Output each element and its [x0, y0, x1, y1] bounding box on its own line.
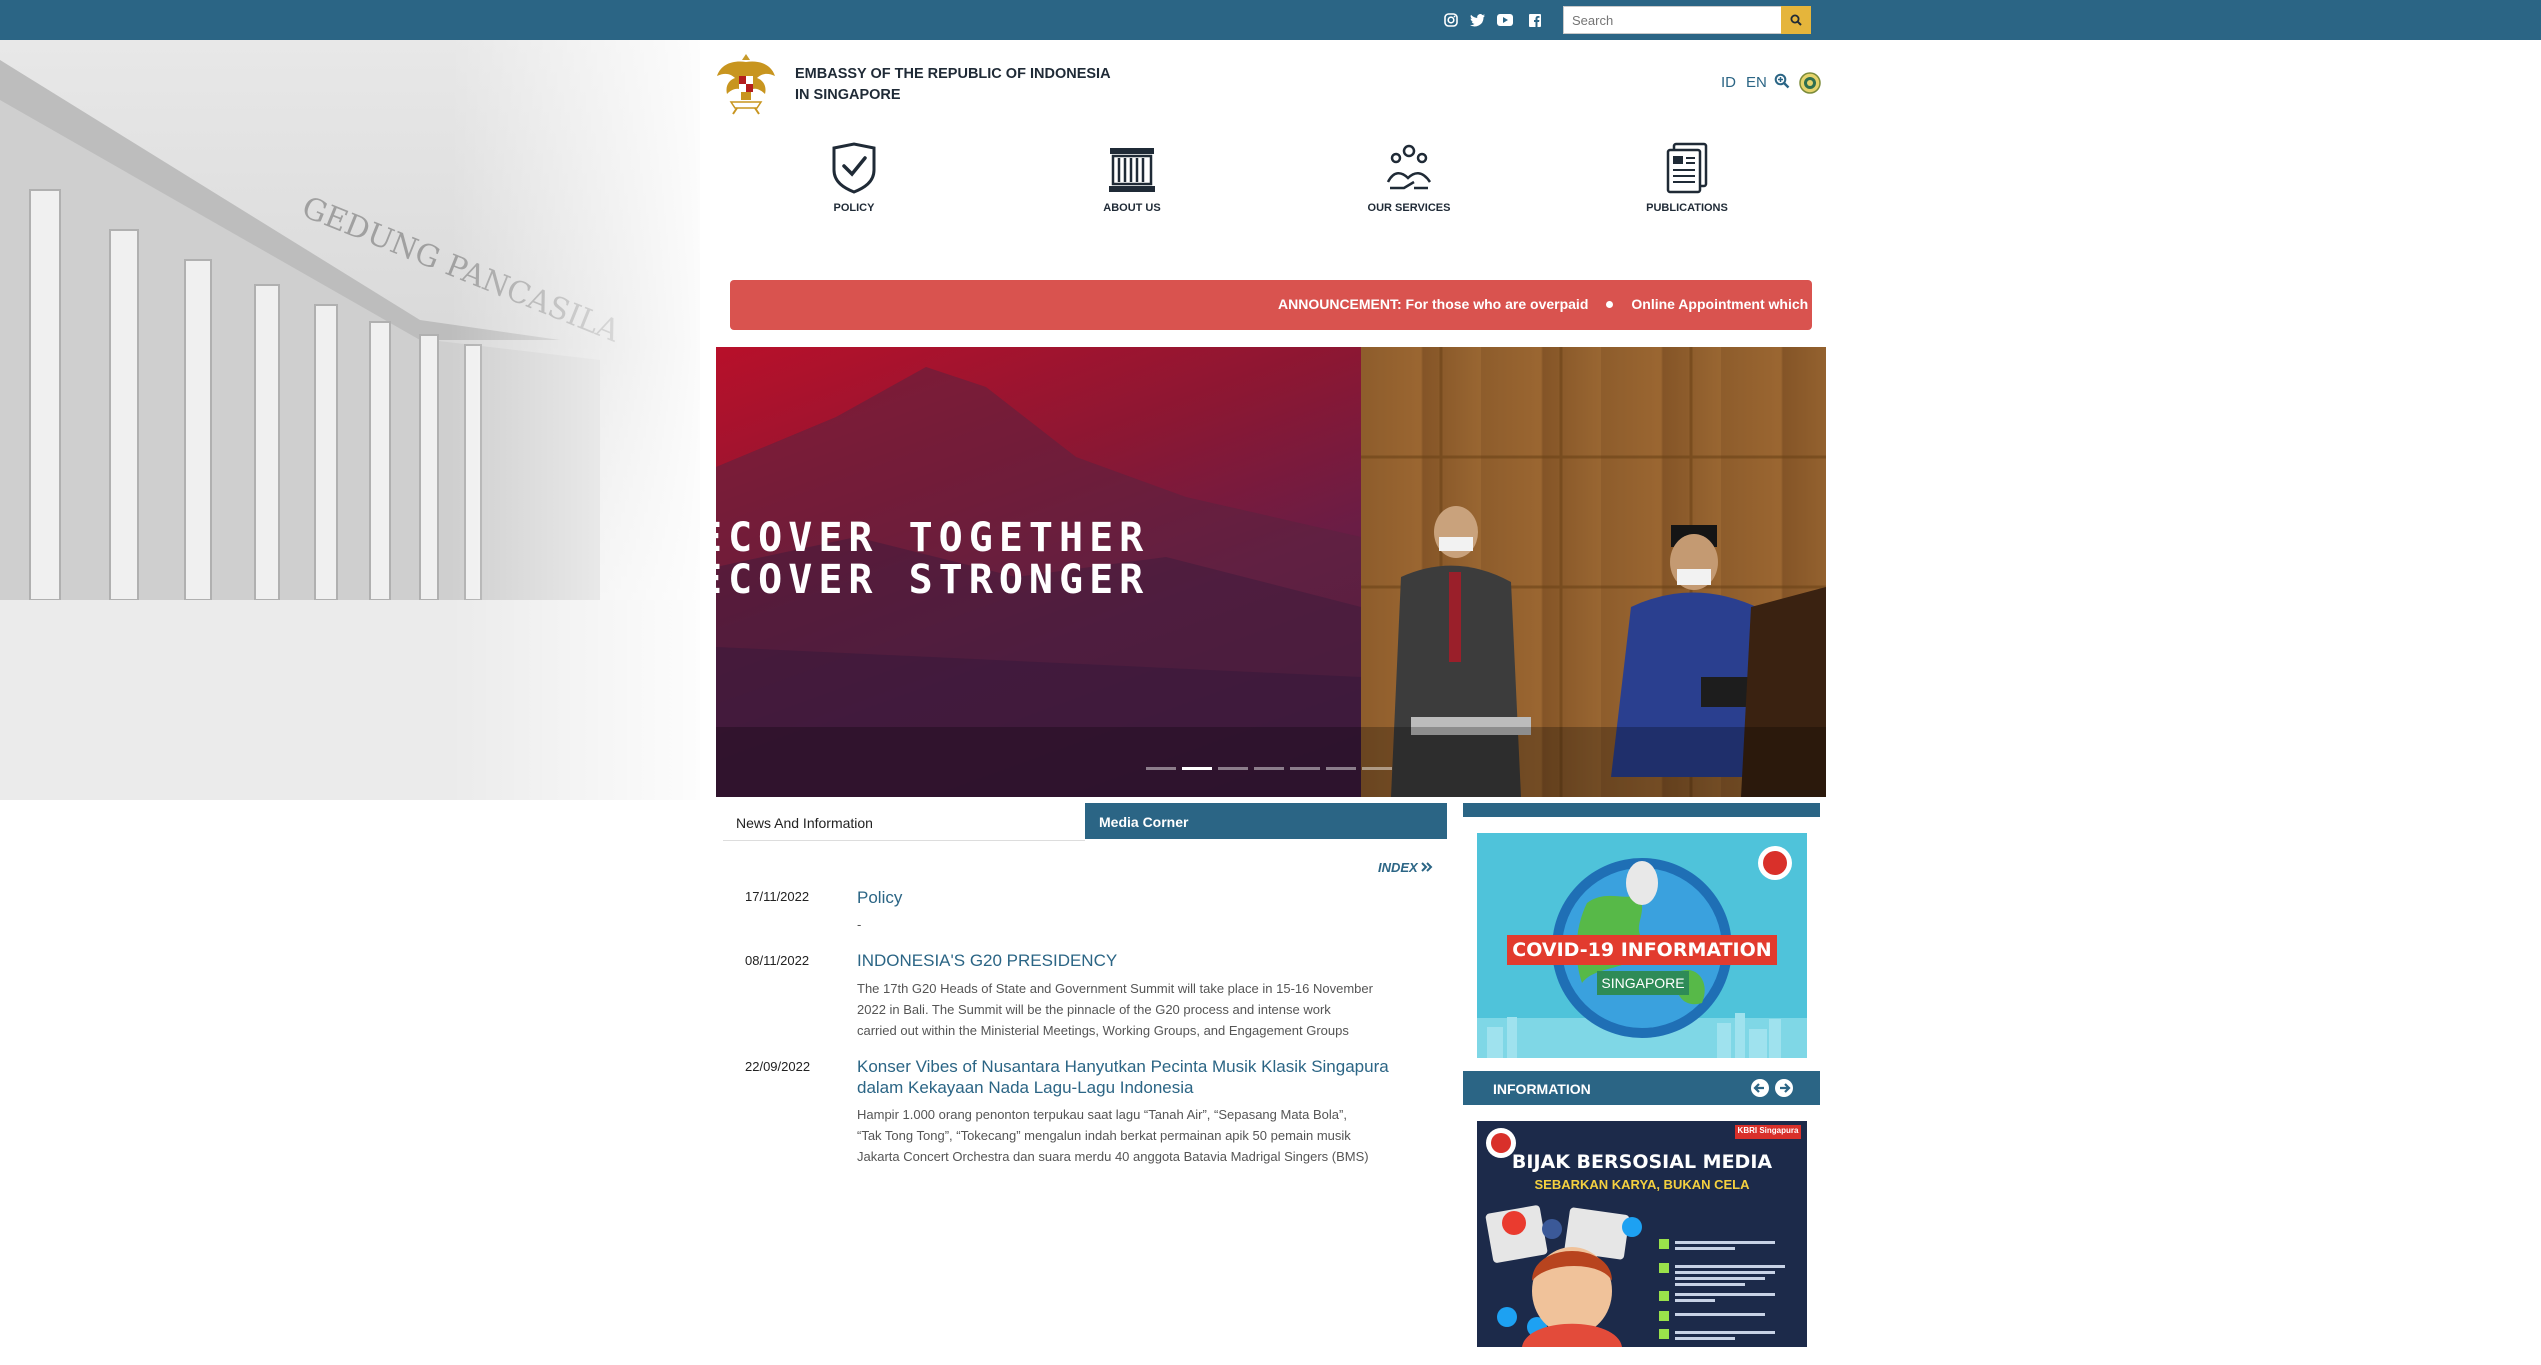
slider-dot[interactable]	[1290, 767, 1320, 770]
news-desc: -	[857, 917, 862, 932]
news-date: 08/11/2022	[745, 953, 810, 968]
arrow-left-icon	[1753, 1083, 1764, 1093]
slider-dot[interactable]	[1254, 767, 1284, 770]
news-title[interactable]: Policy	[857, 887, 1437, 908]
lang-id-link[interactable]: ID	[1721, 74, 1736, 91]
information-bar: INFORMATION	[1463, 1071, 1820, 1105]
ticker-separator	[1606, 300, 1614, 308]
bijak-subtitle: SEBARKAN KARYA, BUKAN CELA	[1534, 1177, 1750, 1192]
news-date: 17/11/2022	[745, 889, 810, 904]
news-title[interactable]: Konser Vibes of Nusantara Hanyutkan Peci…	[857, 1056, 1437, 1098]
slider-overlay	[716, 727, 1826, 797]
slider-dot-active[interactable]	[1182, 767, 1212, 770]
tab-news-and-information[interactable]: News And Information	[723, 803, 1085, 841]
social-media-banner[interactable]: KBRI Singapura BIJAK BERSOSIAL MEDIA SEB…	[1477, 1121, 1807, 1347]
double-chevron-right-icon	[1421, 862, 1433, 872]
documents-icon	[1666, 142, 1708, 194]
facebook-icon[interactable]	[1525, 10, 1545, 30]
background-right	[1841, 40, 2541, 1365]
youtube-icon[interactable]	[1495, 10, 1515, 30]
menu-label-publications: PUBLICATIONS	[1646, 202, 1728, 214]
site-header: EMBASSY OF THE REPUBLIC OF INDONESIA IN …	[715, 40, 1825, 128]
search-button[interactable]	[1781, 6, 1811, 34]
bijak-tag: KBRI Singapura	[1737, 1126, 1799, 1135]
bijak-title: BIJAK BERSOSIAL MEDIA	[1511, 1151, 1773, 1173]
slider-dot[interactable]	[1146, 767, 1176, 770]
covid-title: COVID-19 INFORMATION	[1512, 939, 1772, 961]
announcement-part1: ANNOUNCEMENT: For those who are overpaid	[1278, 296, 1589, 312]
news-desc-line: The 17th G20 Heads of State and Governme…	[857, 981, 1373, 996]
slider-dots	[1146, 767, 1392, 770]
slide-headline-line2: ECOVER STRONGER	[716, 557, 1150, 603]
accessibility-badge-icon[interactable]	[1799, 72, 1821, 98]
news-desc-line: Hampir 1.000 orang penonton terpukau saa…	[857, 1107, 1347, 1122]
slide-headline-line1: ECOVER TOGETHER	[716, 515, 1150, 561]
next-arrow-button[interactable]	[1775, 1079, 1793, 1097]
menu-label-our-services: OUR SERVICES	[1367, 202, 1451, 214]
menu-label-about-us: ABOUT US	[1103, 202, 1161, 214]
slide-headline: ECOVER TOGETHER ECOVER STRONGER	[716, 517, 1149, 601]
slider-dot[interactable]	[1326, 767, 1356, 770]
index-label: INDEX	[1378, 860, 1418, 875]
menu-label-policy: POLICY	[833, 202, 875, 214]
prev-arrow-button[interactable]	[1751, 1079, 1769, 1097]
tab-media-corner[interactable]: Media Corner	[1085, 803, 1447, 839]
zoom-search-icon[interactable]	[1774, 73, 1790, 93]
top-bar	[0, 0, 2541, 40]
helping-hands-icon	[1386, 144, 1432, 190]
twitter-icon[interactable]	[1467, 10, 1487, 30]
news-desc: The 17th G20 Heads of State and Governme…	[857, 978, 1437, 1041]
embassy-title[interactable]: EMBASSY OF THE REPUBLIC OF INDONESIA IN …	[795, 64, 1115, 106]
covid-subtitle: SINGAPORE	[1601, 975, 1685, 991]
slider-dot[interactable]	[1218, 767, 1248, 770]
news-desc-line: 2022 in Bali. The Summit will be the pin…	[857, 1002, 1331, 1017]
news-desc-line: carried out within the Ministerial Meeti…	[857, 1023, 1349, 1038]
announcement-ticker[interactable]: ANNOUNCEMENT: For those who are overpaid…	[730, 280, 1812, 330]
slider-dot[interactable]	[1362, 767, 1392, 770]
news-title-line: Konser Vibes of Nusantara Hanyutkan Peci…	[857, 1057, 1389, 1076]
announcement-text: ANNOUNCEMENT: For those who are overpaid…	[1278, 296, 1808, 312]
menu-item-about-us[interactable]: ABOUT US	[1052, 142, 1212, 214]
sidebar-top-bar	[1463, 803, 1820, 817]
embassy-title-line2: IN SINGAPORE	[795, 87, 901, 103]
information-label: INFORMATION	[1493, 1081, 1591, 1097]
menu-item-publications[interactable]: PUBLICATIONS	[1607, 142, 1767, 214]
arrow-right-icon	[1780, 1083, 1791, 1093]
lang-en-link[interactable]: EN	[1746, 74, 1767, 91]
news-desc: Hampir 1.000 orang penonton terpukau saa…	[857, 1104, 1437, 1167]
hero-slider[interactable]: ECOVER TOGETHER ECOVER STRONGER	[716, 347, 1826, 797]
instagram-icon[interactable]	[1441, 10, 1461, 30]
index-link[interactable]: INDEX	[1378, 860, 1433, 875]
news-title-line: dalam Kekayaan Nada Lagu-Lagu Indonesia	[857, 1078, 1194, 1097]
news-date: 22/09/2022	[745, 1059, 811, 1074]
search-input[interactable]	[1563, 6, 1783, 34]
announcement-part2: Online Appointment which	[1631, 296, 1809, 312]
news-desc-line: “Tak Tong Tong”, “Tokecang” mengalun ind…	[857, 1128, 1351, 1143]
menu-item-our-services[interactable]: OUR SERVICES	[1329, 142, 1489, 214]
search-icon	[1790, 14, 1802, 26]
building-icon	[1109, 148, 1155, 192]
main-container: EMBASSY OF THE REPUBLIC OF INDONESIA IN …	[715, 40, 1826, 1365]
covid-info-banner[interactable]: COVID-19 INFORMATION SINGAPORE	[1477, 833, 1807, 1058]
news-desc-line: Jakarta Concert Orchestra dan suara merd…	[857, 1149, 1369, 1164]
news-tabs: News And Information Media Corner	[723, 803, 1447, 841]
shield-check-icon	[832, 142, 876, 194]
menu-item-policy[interactable]: POLICY	[774, 142, 934, 214]
embassy-title-line1: EMBASSY OF THE REPUBLIC OF INDONESIA	[795, 66, 1111, 82]
garuda-logo[interactable]	[715, 50, 777, 116]
news-title[interactable]: INDONESIA'S G20 PRESIDENCY	[857, 950, 1437, 971]
